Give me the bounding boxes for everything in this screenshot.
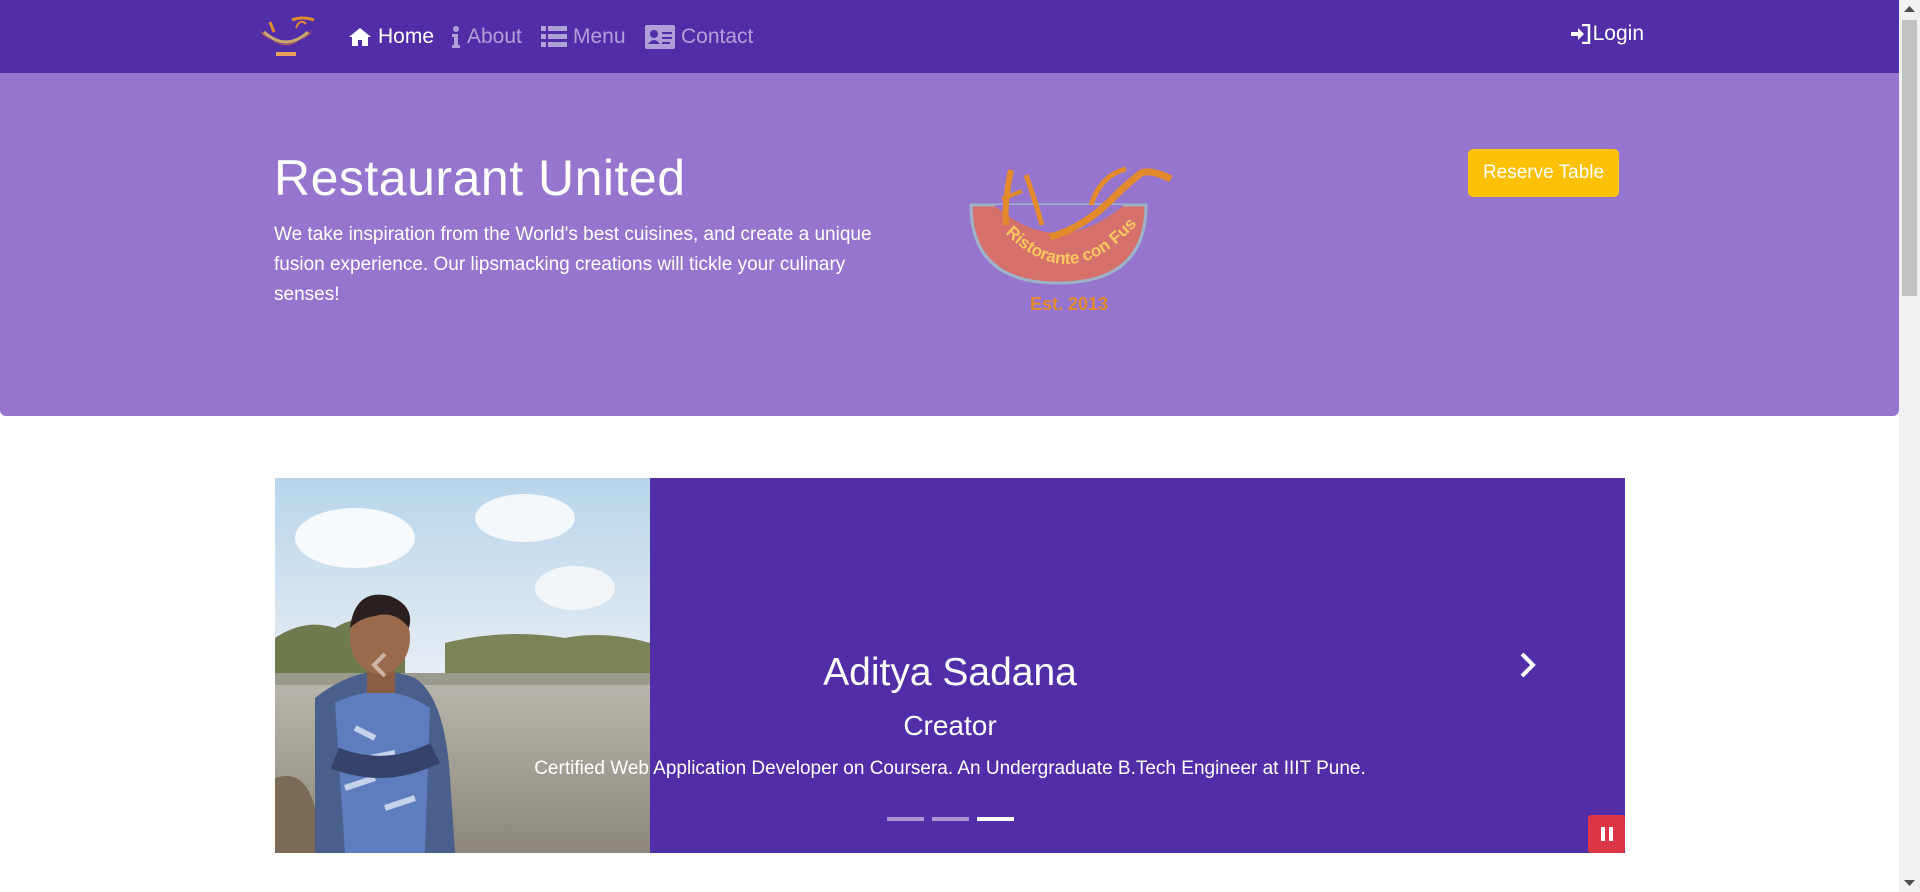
brand-logo[interactable]: [252, 14, 320, 60]
list-icon: [541, 26, 567, 47]
navbar: Home About Menu Contact Login: [0, 0, 1899, 73]
restaurant-description: We take inspiration from the World's bes…: [274, 224, 872, 305]
carousel-pause-button[interactable]: [1588, 815, 1625, 853]
nav-menu-label: Menu: [573, 25, 626, 48]
pause-icon: [1600, 827, 1613, 841]
page-title: Restaurant United: [274, 150, 686, 206]
leader-description: Certified Web Application Developer on C…: [534, 758, 1366, 779]
info-icon: [452, 26, 460, 48]
carousel-indicator[interactable]: [886, 817, 924, 821]
nav-home-label: Home: [378, 25, 435, 48]
address-card-icon: [645, 25, 675, 49]
reserve-table-button[interactable]: Reserve Table: [1468, 149, 1619, 197]
scrollbar-thumb[interactable]: [1902, 20, 1917, 296]
nav-menu[interactable]: Menu: [541, 22, 626, 52]
carousel-indicators: [275, 817, 1625, 821]
nav-contact-label: Contact: [681, 25, 754, 48]
carousel-indicator[interactable]: [931, 817, 969, 821]
login-button[interactable]: Login: [1570, 22, 1644, 46]
svg-text:Est. 2013: Est. 2013: [1030, 294, 1108, 314]
nav-about[interactable]: About: [451, 22, 522, 52]
home-icon: [349, 28, 371, 46]
jumbotron: Restaurant United We take inspiration fr…: [0, 73, 1899, 416]
restaurant-logo: Ristorante con Fusion Est. 2013: [961, 150, 1176, 315]
scroll-down-arrow-icon[interactable]: [1904, 880, 1915, 887]
scrollbar[interactable]: [1899, 0, 1920, 892]
leader-carousel: Aditya Sadana Creator Certified Web Appl…: [275, 478, 1625, 853]
leader-role: Creator: [903, 710, 997, 741]
nav-home[interactable]: Home: [348, 22, 434, 52]
leader-name: Aditya Sadana: [823, 651, 1077, 694]
nav-contact[interactable]: Contact: [645, 22, 753, 52]
login-label: Login: [1592, 22, 1644, 45]
sign-in-icon: [1570, 24, 1590, 44]
nav-about-label: About: [467, 25, 522, 48]
carousel-indicator-active[interactable]: [976, 817, 1014, 821]
scroll-up-arrow-icon[interactable]: [1904, 5, 1915, 12]
